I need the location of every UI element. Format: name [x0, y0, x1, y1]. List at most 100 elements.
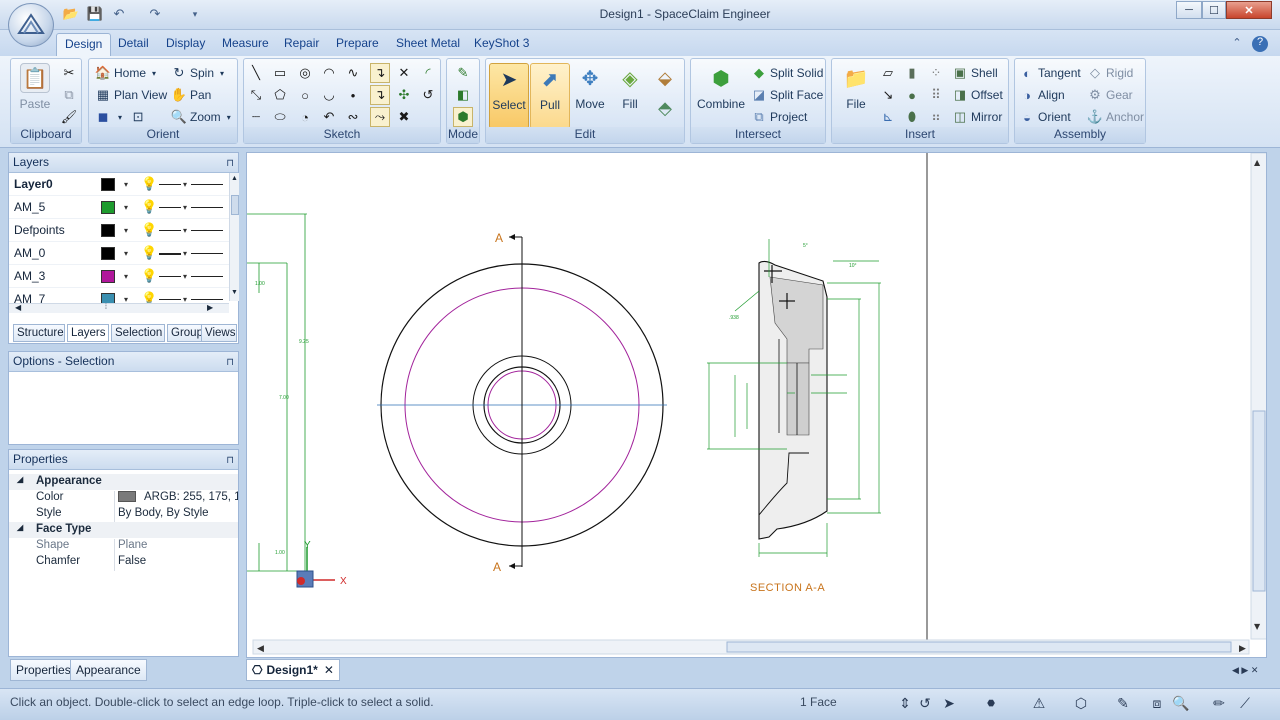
layer-name[interactable]: Layer0: [14, 177, 53, 191]
sketch-status-icon[interactable]: ✏: [1208, 692, 1230, 714]
paste-button[interactable]: 📋 Paste: [15, 63, 55, 125]
property-category[interactable]: ◢ Face Type: [9, 522, 238, 538]
scroll-right-icon[interactable]: ▶: [1239, 644, 1246, 654]
pin-icon[interactable]: ⊓: [226, 154, 234, 173]
three-point-circle-icon[interactable]: ○: [295, 85, 315, 105]
line-weight[interactable]: [191, 299, 223, 300]
pin-icon[interactable]: ⊓: [226, 451, 234, 470]
close-tab-icon[interactable]: ✕: [324, 663, 334, 677]
sketch-mode-icon[interactable]: ✎: [453, 63, 473, 83]
undo-icon[interactable]: ↶: [110, 6, 128, 22]
anchor-button[interactable]: ⚓ Anchor: [1087, 107, 1144, 127]
property-row[interactable]: Shape Plane: [9, 538, 238, 555]
layer-row[interactable]: Defpoints ▾ 💡 ▾: [9, 219, 229, 242]
tangent-arc-icon[interactable]: ↶: [319, 107, 339, 127]
hscroll-grip-icon[interactable]: ⁞: [105, 304, 113, 312]
move-button[interactable]: ✥ Move: [570, 63, 610, 125]
layer-color-swatch[interactable]: [101, 270, 115, 283]
plane-icon[interactable]: ▱: [878, 63, 898, 83]
drawing-svg[interactable]: 9.25 7.00 1.00 1.00 A A 10° 5° .938 SECT…: [247, 153, 1267, 658]
property-row[interactable]: Chamfer False: [9, 554, 238, 571]
tab-keyshot[interactable]: KeyShot 3: [466, 33, 537, 56]
layer-name[interactable]: AM_3: [14, 269, 45, 283]
line-style-dropdown-icon[interactable]: ▾: [183, 226, 187, 235]
layer-row[interactable]: Layer0 ▾ 💡 ▾: [9, 173, 229, 196]
line-style[interactable]: [159, 207, 181, 208]
scroll-down-icon[interactable]: ▼: [1254, 622, 1261, 631]
save-icon[interactable]: 💾: [86, 6, 104, 22]
maximize-button[interactable]: ☐: [1202, 1, 1226, 19]
line-style[interactable]: [159, 184, 181, 185]
tab-detail[interactable]: Detail: [110, 33, 157, 56]
line-weight[interactable]: [191, 276, 223, 277]
warning-icon[interactable]: ⚠: [1028, 692, 1050, 714]
tab-appearance[interactable]: Appearance: [70, 659, 147, 681]
canvas-hscroll-thumb[interactable]: [726, 641, 1232, 653]
shell-button[interactable]: ▣ Shell: [952, 63, 998, 83]
rectangle-tool-icon[interactable]: ▭: [270, 63, 290, 83]
minimize-button[interactable]: ─: [1176, 1, 1202, 19]
tab-prepare[interactable]: Prepare: [328, 33, 387, 56]
property-category[interactable]: ◢ Appearance: [9, 474, 238, 490]
collapse-icon[interactable]: ◢: [17, 523, 23, 532]
sweep-arc-icon[interactable]: ◡: [319, 85, 339, 105]
3d-mode-icon[interactable]: ⬢: [453, 107, 473, 127]
mirror-button[interactable]: ◫ Mirror: [952, 107, 1002, 127]
layer-color-swatch[interactable]: [101, 247, 115, 260]
offset-button[interactable]: ◨ Offset: [952, 85, 1003, 105]
copy-edge-icon[interactable]: ⤳: [370, 107, 390, 127]
axis-icon[interactable]: ↘: [878, 85, 898, 105]
plan-view-button[interactable]: ▦ Plan View: [95, 85, 167, 105]
pin-icon[interactable]: ⊓: [226, 353, 234, 372]
layer-name[interactable]: AM_0: [14, 246, 45, 260]
tangent-button[interactable]: ◐ Tangent: [1019, 63, 1081, 83]
bend-icon[interactable]: ↺: [418, 85, 438, 105]
property-value[interactable]: By Body, By Style: [114, 507, 238, 523]
pointer-icon[interactable]: ➤: [938, 692, 960, 714]
copy-icon[interactable]: ⧉: [59, 85, 79, 105]
color-dropdown-icon[interactable]: ▾: [124, 203, 128, 212]
color-dropdown-icon[interactable]: ▾: [124, 249, 128, 258]
line-style[interactable]: [159, 230, 181, 231]
sphere-icon[interactable]: ●: [902, 85, 922, 105]
document-tab[interactable]: ⎔ Design1* ✕: [246, 659, 340, 681]
view-cube-button[interactable]: ◼ ▾ ⊡: [95, 107, 149, 127]
zoom-status-icon[interactable]: 🔍: [1170, 692, 1192, 714]
app-logo-icon[interactable]: [8, 3, 54, 47]
split-line-icon[interactable]: ✖: [394, 107, 414, 127]
tab-display[interactable]: Display: [158, 33, 213, 56]
tangent-line-icon[interactable]: ⤡: [246, 85, 266, 105]
select-button[interactable]: ➤ Select: [489, 63, 529, 129]
tab-views[interactable]: Views: [201, 324, 237, 342]
construction-line-icon[interactable]: ┈: [246, 107, 266, 127]
fill-button[interactable]: ◈ Fill: [610, 63, 650, 125]
circle-tool-icon[interactable]: ◎: [295, 63, 315, 83]
section-mode-icon[interactable]: ◧: [453, 85, 473, 105]
visibility-bulb-icon[interactable]: 💡: [141, 222, 157, 238]
layer-row[interactable]: AM_5 ▾ 💡 ▾: [9, 196, 229, 219]
point-tool-icon[interactable]: •: [343, 85, 363, 105]
close-button[interactable]: ✕: [1226, 1, 1272, 19]
visibility-bulb-icon[interactable]: 💡: [141, 245, 157, 261]
line-tool-icon[interactable]: ╲: [246, 63, 266, 83]
section-view[interactable]: [758, 260, 828, 540]
edit-mode-icon[interactable]: ✎: [1112, 692, 1134, 714]
drawing-canvas[interactable]: 9.25 7.00 1.00 1.00 A A 10° 5° .938 SECT…: [246, 152, 1267, 658]
property-value[interactable]: Plane: [114, 539, 238, 555]
help-icon[interactable]: ?: [1252, 36, 1268, 52]
extend-icon[interactable]: ✣: [394, 85, 414, 105]
property-row[interactable]: Style By Body, By Style: [9, 506, 238, 523]
tab-selection[interactable]: Selection: [111, 324, 165, 342]
color-dropdown-icon[interactable]: ▾: [124, 226, 128, 235]
polygon-tool-icon[interactable]: ⬠: [270, 85, 290, 105]
format-painter-icon[interactable]: 🖌: [59, 107, 79, 127]
visibility-bulb-icon[interactable]: 💡: [141, 199, 157, 215]
scroll-left-icon[interactable]: ◀: [257, 644, 264, 654]
layer-row[interactable]: AM_3 ▾ 💡 ▾: [9, 265, 229, 288]
redo-icon[interactable]: ↷: [146, 6, 164, 22]
line-weight[interactable]: [191, 230, 223, 231]
stop-icon[interactable]: ⬣: [980, 692, 1002, 714]
select-filter-icon[interactable]: ⇕: [894, 692, 916, 714]
axis-triad[interactable]: [296, 547, 335, 588]
file-button[interactable]: 📁 File: [836, 63, 876, 125]
